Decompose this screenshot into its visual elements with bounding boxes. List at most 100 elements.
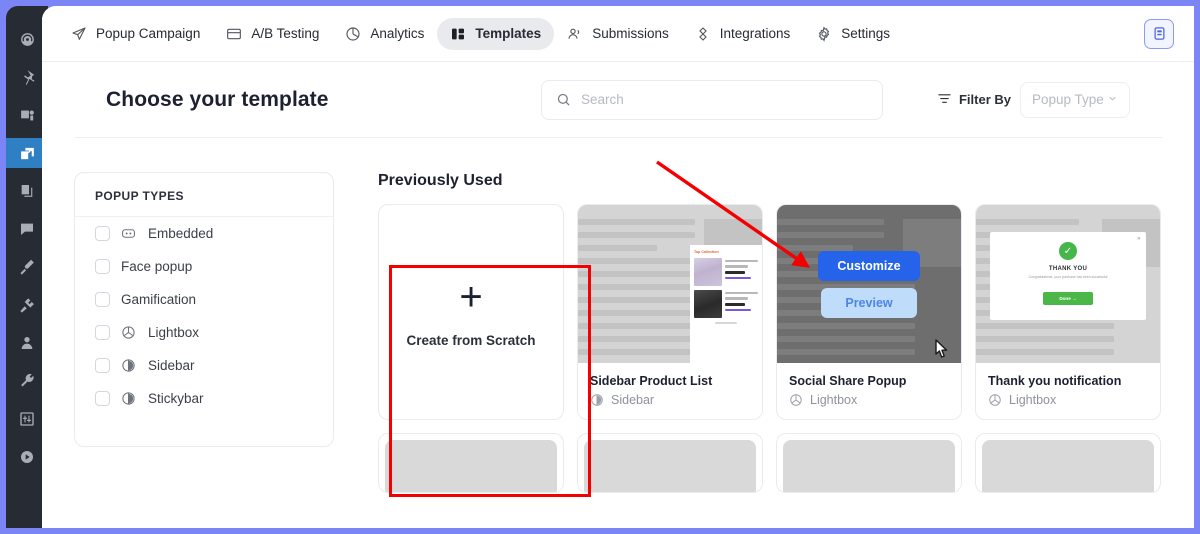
template-type-label: Lightbox (1009, 393, 1057, 407)
template-thumbnail: Customize Preview (777, 205, 961, 363)
template-type-label: Sidebar (611, 393, 655, 407)
customize-button[interactable]: Customize (818, 250, 920, 281)
templates-area: Previously Used + Create from Scratch To… (378, 172, 1162, 493)
filter-controls: Filter By Popup Type (937, 81, 1130, 118)
popup-types-panel: POPUP TYPES Embedded Face popup Gamifica… (74, 172, 334, 447)
tab-ab-testing[interactable]: A/B Testing (213, 18, 332, 50)
tab-label: Templates (475, 26, 542, 41)
tab-settings[interactable]: Settings (803, 18, 903, 50)
template-thumbnail: Top Collection (578, 205, 762, 363)
template-title: Thank you notification (988, 374, 1122, 388)
popup-type-select-value: Popup Type (1032, 92, 1104, 107)
tab-submissions[interactable]: Submissions (554, 18, 682, 50)
page-title: Choose your template (106, 87, 329, 111)
tab-label: Analytics (370, 26, 425, 41)
sidebar-panel-icon[interactable] (1144, 18, 1174, 49)
template-card[interactable] (577, 433, 763, 493)
templates-grid: + Create from Scratch Top Collection Sid… (378, 204, 1162, 420)
template-title: Sidebar Product List (590, 374, 713, 388)
popup-type-checkbox[interactable] (95, 226, 110, 241)
tab-popup-campaign[interactable]: Popup Campaign (58, 18, 213, 50)
popup-types-title: POPUP TYPES (75, 173, 333, 217)
users-icon[interactable] (12, 328, 42, 358)
appearance-icon[interactable] (12, 252, 42, 282)
preview-button[interactable]: Preview (821, 287, 917, 318)
search-box[interactable] (540, 79, 883, 120)
play-icon[interactable] (12, 442, 42, 472)
screenshot-root: Popup Campaign A/B Testing Analytics Tem… (0, 0, 1200, 534)
app-window: Popup Campaign A/B Testing Analytics Tem… (42, 6, 1194, 528)
lightbox-icon (789, 393, 803, 407)
template-card[interactable] (776, 433, 962, 493)
template-card[interactable] (378, 433, 564, 493)
create-from-scratch-card[interactable]: + Create from Scratch (378, 204, 564, 420)
popup-type-checkbox[interactable] (95, 259, 110, 274)
pie-chart-icon (345, 26, 361, 42)
top-navigation: Popup Campaign A/B Testing Analytics Tem… (42, 6, 1194, 62)
popup-type-row-face-popup[interactable]: Face popup (75, 250, 333, 283)
page-header: Choose your template Filter By Popup Typ… (74, 62, 1162, 138)
popup-type-label: Embedded (148, 226, 214, 241)
plugins-icon[interactable] (12, 290, 42, 320)
tab-label: Popup Campaign (96, 26, 201, 41)
popup-type-row-lightbox[interactable]: Lightbox (75, 316, 333, 349)
tab-analytics[interactable]: Analytics (332, 18, 437, 50)
settings-sliders-icon[interactable] (12, 404, 42, 434)
pin-icon[interactable] (12, 62, 42, 92)
search-icon (556, 92, 571, 107)
chevron-down-icon (1107, 92, 1118, 107)
split-test-icon (226, 26, 242, 42)
popup-type-row-sidebar[interactable]: Sidebar (75, 349, 333, 382)
popup-type-checkbox[interactable] (95, 292, 110, 307)
filter-label: Filter By (937, 91, 1011, 109)
template-thumbnail: ✕ ✓ THANK YOU Congratulations, your purc… (976, 205, 1160, 363)
popup-type-row-stickybar[interactable]: Stickybar (75, 382, 333, 415)
template-card[interactable]: Customize Preview Social Share Popup Lig… (776, 204, 962, 420)
gear-icon (816, 25, 832, 42)
tab-integrations[interactable]: Integrations (682, 18, 804, 50)
template-type: Sidebar (590, 393, 750, 407)
tab-templates[interactable]: Templates (437, 17, 555, 50)
thank-you-done-button: Done → (1043, 292, 1093, 306)
popup-type-checkbox[interactable] (95, 325, 110, 340)
search-input[interactable] (580, 92, 868, 107)
tab-label: Settings (841, 26, 891, 41)
template-type: Lightbox (988, 393, 1148, 407)
template-card-meta: Social Share Popup Lightbox (777, 363, 961, 407)
users-icon (567, 26, 583, 42)
popup-type-label: Gamification (121, 292, 197, 307)
media-icon[interactable] (12, 100, 42, 130)
comments-icon[interactable] (12, 214, 42, 244)
filter-icon (937, 91, 952, 109)
popup-type-checkbox[interactable] (95, 358, 110, 373)
tools-icon[interactable] (12, 366, 42, 396)
template-title: Social Share Popup (789, 374, 907, 388)
dashboard-icon[interactable] (12, 24, 42, 54)
popup-type-select[interactable]: Popup Type (1020, 81, 1130, 118)
template-card[interactable]: ✕ ✓ THANK YOU Congratulations, your purc… (975, 204, 1161, 420)
integrations-icon (695, 26, 711, 42)
pages-icon[interactable] (12, 176, 42, 206)
check-circle-icon: ✓ (1059, 242, 1077, 260)
lightbox-icon (121, 325, 137, 340)
template-type-label: Lightbox (810, 393, 858, 407)
template-type: Lightbox (789, 393, 949, 407)
lightbox-icon (988, 393, 1002, 407)
template-card[interactable] (975, 433, 1161, 493)
thank-you-title: THANK YOU (1048, 266, 1088, 272)
embedded-icon (121, 226, 137, 241)
card-hover-actions: Customize Preview (777, 205, 961, 363)
popup-type-label: Stickybar (148, 391, 204, 406)
popup-type-row-gamification[interactable]: Gamification (75, 283, 333, 316)
stickybar-icon (121, 391, 137, 406)
popup-type-row-embedded[interactable]: Embedded (75, 217, 333, 250)
plus-icon: + (459, 274, 483, 319)
sidebar-product-item (694, 258, 758, 286)
popup-type-checkbox[interactable] (95, 391, 110, 406)
create-from-scratch-label: Create from Scratch (406, 332, 536, 348)
template-card-meta: Sidebar Product List Sidebar (578, 363, 762, 407)
layout-columns-icon (450, 26, 466, 42)
sidebar-product-item (694, 290, 758, 318)
body-area: POPUP TYPES Embedded Face popup Gamifica… (42, 138, 1194, 493)
template-card[interactable]: Top Collection Sidebar Product List Side… (577, 204, 763, 420)
